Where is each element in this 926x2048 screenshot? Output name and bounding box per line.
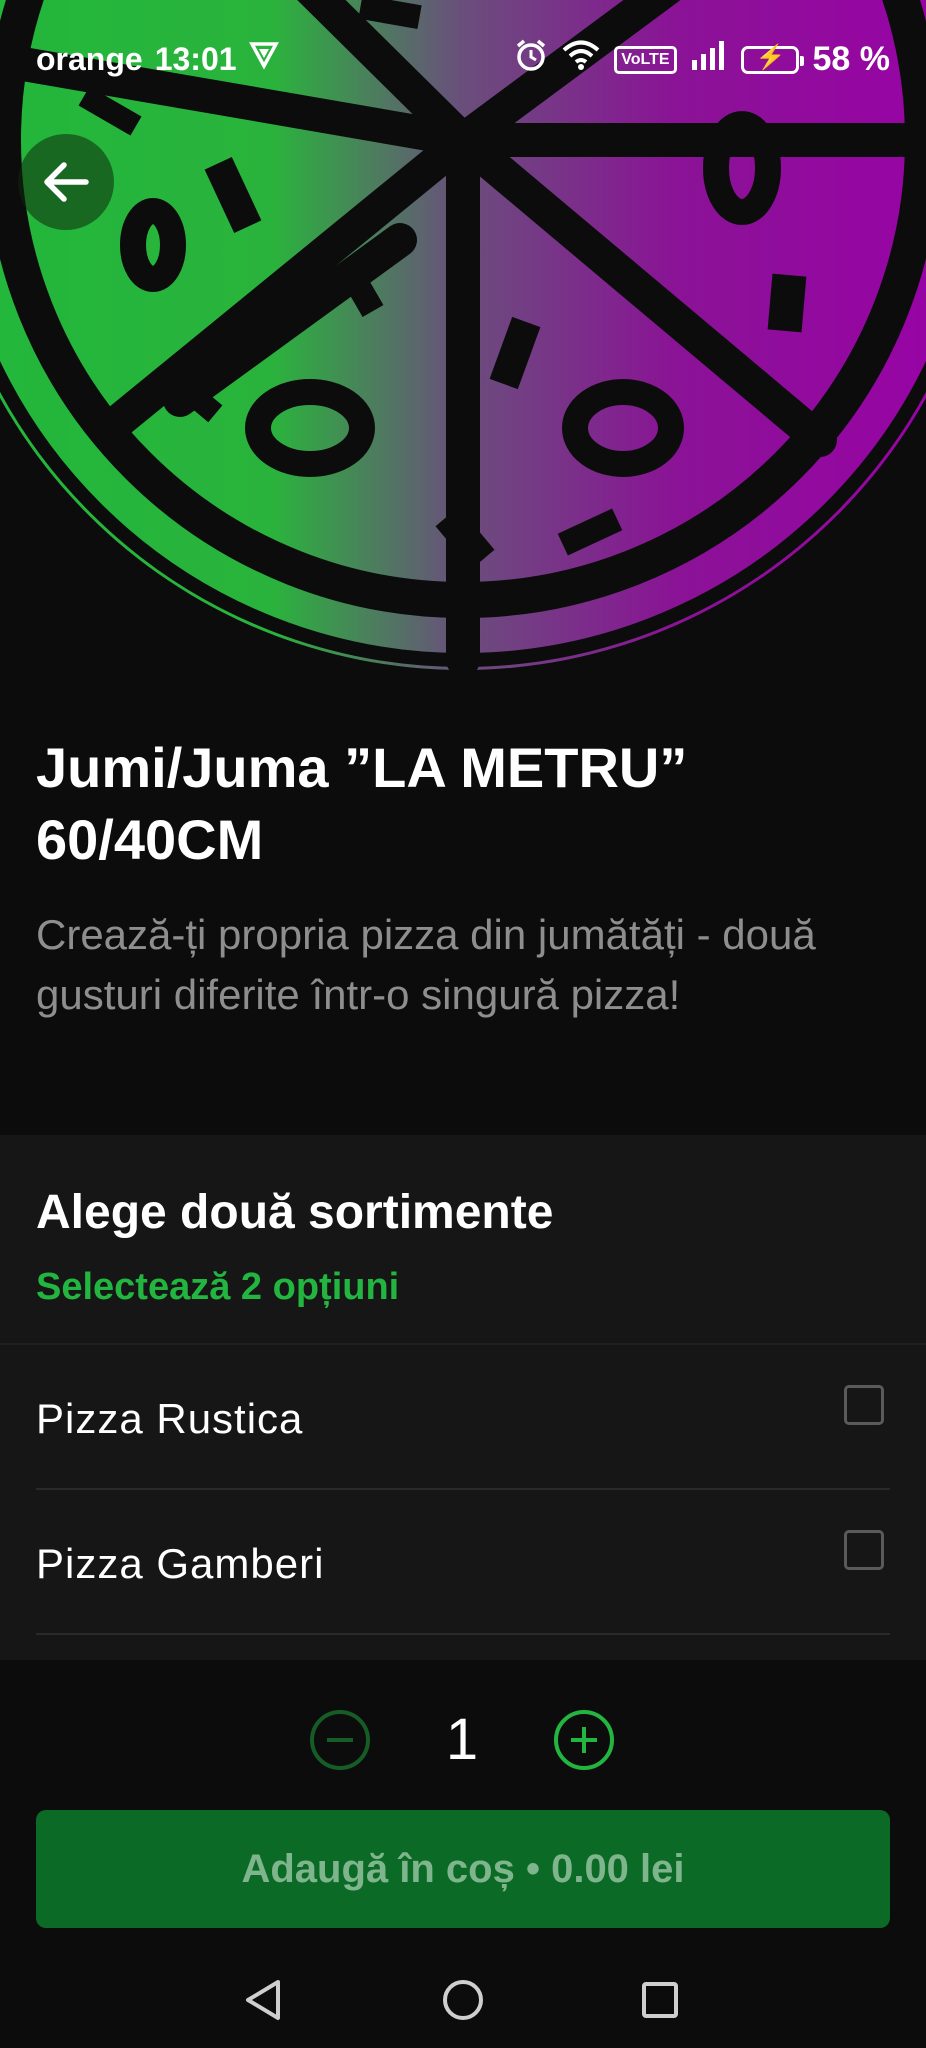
add-to-cart-button[interactable]: Adaugă în coș • 0.00 lei [36, 1810, 890, 1928]
quantity-stepper: 1 [0, 1700, 926, 1780]
wifi-icon [562, 39, 600, 80]
options-header: Alege două sortimente Selectează 2 opțiu… [0, 1135, 926, 1345]
volte-badge: VoLTE [614, 45, 677, 74]
nav-recents-icon[interactable] [632, 1972, 688, 2028]
increase-quantity-button[interactable] [554, 1710, 614, 1770]
status-bar: orange 13:01 VoLTE ⚡ 58 % [0, 0, 926, 120]
signal-icon [691, 40, 727, 79]
battery-icon: ⚡ [740, 44, 804, 74]
product-title: Jumi/Juma ”LA METRU” 60/40CM [36, 736, 688, 871]
option-item-pizza-rustica[interactable]: Pizza Rustica [36, 1345, 890, 1490]
back-button[interactable] [18, 134, 114, 230]
nav-back-icon[interactable] [236, 1972, 292, 2028]
clock: 13:01 [154, 40, 237, 77]
decrease-quantity-button[interactable] [310, 1710, 370, 1770]
quantity-value: 1 [445, 1707, 479, 1772]
nav-home-icon[interactable] [435, 1972, 491, 2028]
options-requirement: Selectează 2 opțiuni [36, 1266, 400, 1308]
carrier-name: orange [36, 40, 143, 77]
back-arrow-icon [44, 162, 89, 202]
option-label: Pizza Gamberi [36, 1540, 325, 1587]
vpn-icon [248, 40, 279, 78]
options-title: Alege două sortimente [36, 1186, 554, 1239]
option-checkbox[interactable] [844, 1530, 884, 1570]
option-item-pizza-gamberi[interactable]: Pizza Gamberi [36, 1490, 890, 1635]
system-navigation-bar [0, 1952, 926, 2048]
battery-percent: 58 % [812, 40, 891, 78]
alarm-icon [514, 38, 548, 81]
product-description: Crează-ți propria pizza din jumătăți - d… [36, 911, 816, 1018]
option-label: Pizza Rustica [36, 1395, 304, 1442]
options-section: Alege două sortimente Selectează 2 opțiu… [0, 1135, 926, 1660]
option-checkbox[interactable] [844, 1385, 884, 1425]
